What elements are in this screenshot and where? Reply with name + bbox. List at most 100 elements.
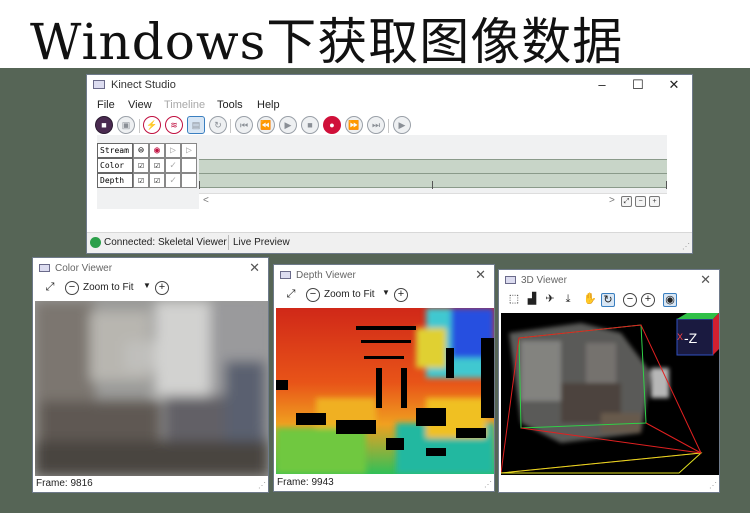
timeline-tick (199, 181, 200, 189)
color-frame-counter: Frame: 9816 (36, 478, 93, 489)
zoom-fit-icon[interactable]: ⤢ (621, 196, 632, 207)
play-icon[interactable]: ▶ (279, 116, 297, 134)
scroll-right-icon[interactable]: > (609, 195, 615, 206)
depth-checkbox-1[interactable]: ☑ (133, 173, 149, 188)
viewer-3d-window: 3D Viewer ✕ ⬚ ▟ ✈ ⤓ ✋ ↻ − + ◉ -Z X ⋰ (498, 269, 720, 493)
timeline-track-color[interactable] (199, 173, 667, 188)
select-icon[interactable]: ⬚ (507, 293, 521, 307)
timeline-track-header[interactable] (199, 159, 667, 174)
resize-grip-icon[interactable]: ⋰ (484, 480, 492, 489)
viewer-3d-close-icon[interactable]: ✕ (700, 272, 711, 288)
color-checkbox-3[interactable]: ✓ (165, 158, 181, 173)
fit-screen-icon[interactable]: ⤢ (284, 288, 298, 302)
menu-timeline[interactable]: Timeline (164, 99, 205, 111)
resize-grip-icon[interactable]: ⋰ (709, 481, 717, 490)
depth-viewer-footer: Frame: 9943 ⋰ (274, 475, 494, 491)
color-viewer-app-icon (39, 264, 50, 272)
download-icon[interactable]: ⤓ (561, 293, 575, 307)
timeline-tick (432, 181, 433, 189)
camera-view-icon[interactable]: ▟ (525, 293, 539, 307)
connected-label: Connected: (104, 237, 156, 248)
skeletal-viewer-link[interactable]: Skeletal Viewer (158, 237, 227, 248)
color-viewer-toolbar: ⤢ − Zoom to Fit ▼ + (33, 278, 268, 298)
kinect-window-title: Kinect Studio (111, 79, 176, 91)
stop-icon[interactable]: ■ (301, 116, 319, 134)
status-bar: Connected: Skeletal Viewer Live Preview … (87, 232, 692, 253)
close-button[interactable]: ✕ (656, 76, 692, 94)
axis-z-label: -Z (684, 330, 698, 346)
stream-play2-header-icon: ▷ (181, 143, 197, 158)
viewer-3d-footer: ⋰ (499, 476, 719, 492)
zoom-in-icon[interactable]: + (649, 196, 660, 207)
status-divider (228, 235, 229, 250)
record-icon[interactable]: ● (323, 116, 341, 134)
zoom-out-icon[interactable]: − (306, 288, 320, 302)
depth-checkbox-4[interactable] (181, 173, 197, 188)
stream-play-header-icon: ⊜ (133, 143, 149, 158)
stream-header-row: Stream ⊜ ◉ ▷ ▷ (97, 143, 199, 158)
color-viewer-titlebar: Color Viewer ✕ (33, 258, 268, 278)
skip-start-icon[interactable]: ⏮ (235, 116, 253, 134)
depth-image (276, 308, 494, 474)
depth-frame-counter: Frame: 9943 (277, 477, 334, 488)
depth-viewer-window: Depth Viewer ✕ ⤢ − Zoom to Fit ▼ + Frame… (273, 264, 495, 492)
viewer-3d-titlebar: 3D Viewer ✕ (499, 270, 719, 290)
stream-pause-header-icon: ▷ (165, 143, 181, 158)
rotate-icon[interactable]: ↻ (601, 293, 615, 307)
zoom-dropdown-icon[interactable]: ▼ (382, 288, 390, 297)
depth-viewer-app-icon (280, 271, 291, 279)
refresh-icon[interactable]: ↻ (209, 116, 227, 134)
kinect-studio-window: Kinect Studio – ☐ ✕ File View Timeline T… (86, 74, 693, 254)
zoom-dropdown-icon[interactable]: ▼ (143, 281, 151, 290)
fly-icon[interactable]: ✈ (543, 293, 557, 307)
zoom-out-icon[interactable]: − (635, 196, 646, 207)
depth-checkbox-2[interactable]: ☑ (149, 173, 165, 188)
depth-viewer-toolbar: ⤢ − Zoom to Fit ▼ + (274, 285, 494, 305)
color-viewer-title: Color Viewer (55, 263, 113, 274)
timeline-scrollbar[interactable]: < > ⤢ − + (199, 193, 667, 210)
menu-file[interactable]: File (97, 99, 115, 111)
zoom-level-select[interactable]: Zoom to Fit (324, 289, 375, 300)
live-preview-link[interactable]: Live Preview (233, 237, 290, 248)
minimize-button[interactable]: – (584, 76, 620, 94)
zoom-out-icon[interactable]: − (65, 281, 79, 295)
connected-status-icon (90, 237, 101, 248)
zoom-in-icon[interactable]: + (394, 288, 408, 302)
depth-checkbox-3[interactable]: ✓ (165, 173, 181, 188)
depth-viewer-close-icon[interactable]: ✕ (475, 267, 486, 283)
zoom-in-icon[interactable]: + (155, 281, 169, 295)
color-checkbox-1[interactable]: ☑ (133, 158, 149, 173)
step-back-icon[interactable]: ⏪ (257, 116, 275, 134)
record-stream-icon[interactable]: ≋ (165, 116, 183, 134)
stream-label: Color (97, 158, 133, 173)
resize-grip-icon[interactable]: ⋰ (682, 242, 690, 251)
skip-end-icon[interactable]: ⏭ (367, 116, 385, 134)
scroll-left-icon[interactable]: < (203, 195, 209, 206)
menu-tools[interactable]: Tools (217, 99, 243, 111)
play-stream-icon[interactable]: ▤ (187, 116, 205, 134)
step-forward-icon[interactable]: ⏩ (345, 116, 363, 134)
fit-screen-icon[interactable]: ⤢ (43, 281, 57, 295)
settings-icon[interactable]: ◉ (663, 293, 677, 307)
color-checkbox-4[interactable] (181, 158, 197, 173)
viewer-3d-title: 3D Viewer (521, 275, 567, 286)
open-file-icon[interactable]: ■ (95, 116, 113, 134)
play-live-icon[interactable]: ▶ (393, 116, 411, 134)
pan-hand-icon[interactable]: ✋ (583, 293, 597, 307)
depth-viewer-title: Depth Viewer (296, 270, 356, 281)
menu-help[interactable]: Help (257, 99, 280, 111)
color-viewer-window: Color Viewer ✕ ⤢ − Zoom to Fit ▼ + Frame… (32, 257, 269, 493)
point-cloud-3d-view: -Z X (501, 313, 719, 475)
maximize-button[interactable]: ☐ (620, 76, 656, 94)
banner: Windows下获取图像数据 (0, 0, 750, 71)
zoom-in-icon[interactable]: + (641, 293, 655, 307)
color-viewer-close-icon[interactable]: ✕ (249, 260, 260, 276)
color-camera-image (35, 301, 268, 476)
save-icon[interactable]: ▣ (117, 116, 135, 134)
disconnect-icon[interactable]: ⚡ (143, 116, 161, 134)
zoom-level-select[interactable]: Zoom to Fit (83, 282, 134, 293)
zoom-out-icon[interactable]: − (623, 293, 637, 307)
resize-grip-icon[interactable]: ⋰ (258, 481, 266, 490)
color-checkbox-2[interactable]: ☑ (149, 158, 165, 173)
menu-view[interactable]: View (128, 99, 152, 111)
